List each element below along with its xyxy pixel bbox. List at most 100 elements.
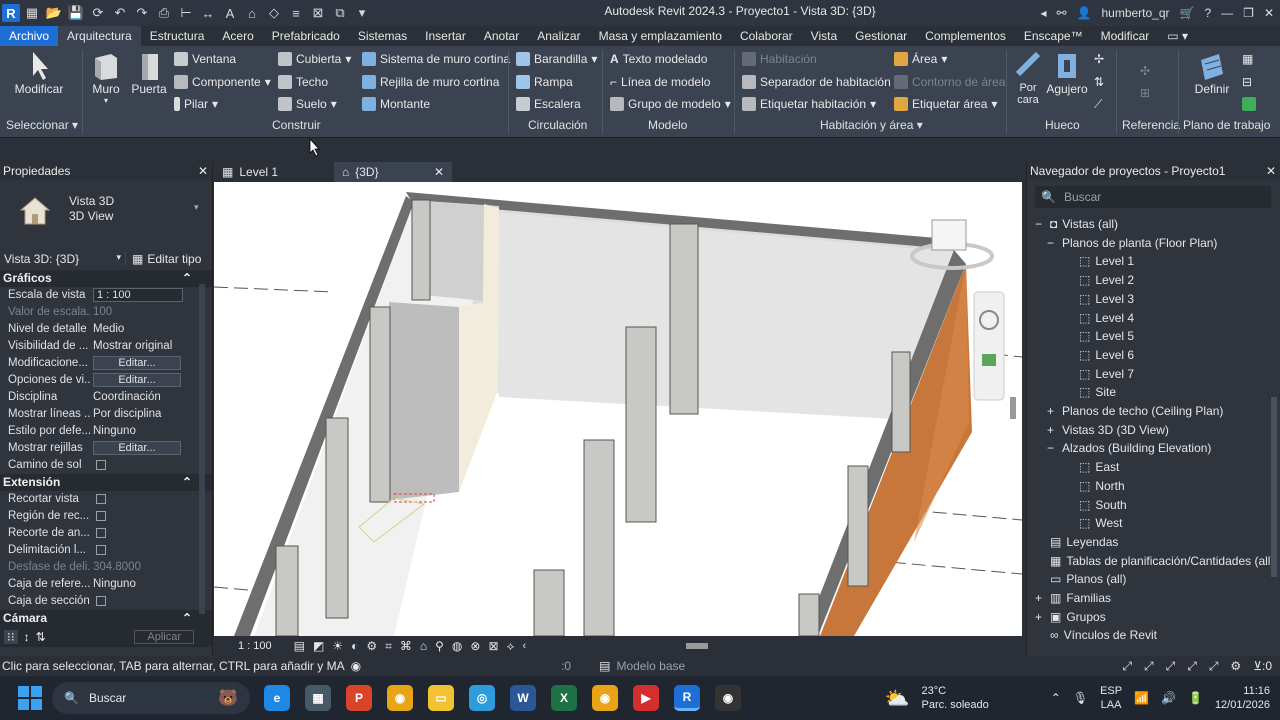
tab-level-1[interactable]: ▦ Level 1	[214, 162, 334, 182]
tree-3d-views[interactable]: + Vistas 3D (3D View)	[1047, 423, 1169, 437]
close-tab-icon[interactable]: ✕	[434, 162, 444, 182]
stair-button[interactable]: Escalera	[516, 97, 581, 111]
property-value[interactable]	[91, 542, 212, 559]
collapse-icon[interactable]: −	[1047, 441, 1057, 455]
viewport-scroll-thumb[interactable]	[1010, 397, 1016, 419]
wifi-icon[interactable]: 📶	[1134, 691, 1149, 705]
property-row[interactable]: Escala de vista 1 : 100	[0, 287, 212, 304]
sort-za-icon[interactable]: ⇅	[36, 630, 46, 644]
area-button[interactable]: Área ▾	[894, 52, 947, 66]
tree-floor-item[interactable]: ⬚ Level 6	[1079, 348, 1134, 362]
collapse-icon[interactable]: −	[1035, 217, 1045, 231]
tab-analizar[interactable]: Analizar	[528, 26, 589, 46]
type-selector[interactable]: Vista 3D 3D View ▾	[0, 180, 212, 248]
door-button[interactable]: Puerta	[130, 50, 168, 96]
property-row[interactable]: Nivel de detalle Medio	[0, 321, 212, 338]
model-line-button[interactable]: ⌐ Línea de modelo	[610, 75, 710, 89]
tab-sistemas[interactable]: Sistemas	[349, 26, 416, 46]
modify-button[interactable]: Modificar	[10, 50, 68, 96]
tree-floor-item[interactable]: ⬚ Level 1	[1079, 254, 1134, 268]
section-camera[interactable]: Cámara ⌃	[0, 610, 212, 627]
property-row[interactable]: Caja de refere... Ninguno	[0, 576, 212, 593]
shaft-button[interactable]: Agujero	[1046, 50, 1088, 96]
model-selector[interactable]: Modelo base	[616, 659, 685, 673]
ramp-button[interactable]: Rampa	[516, 75, 573, 89]
area-boundary-button[interactable]: Contorno de área	[894, 75, 1005, 89]
scale-input[interactable]: 1 : 100	[93, 288, 183, 302]
temp-hide-icon[interactable]: ⚲	[435, 639, 444, 654]
tree-floor-item[interactable]: ⬚ Level 4	[1079, 311, 1134, 325]
checkbox[interactable]	[96, 459, 106, 470]
tree-groups[interactable]: + ▣ Grupos	[1035, 610, 1106, 624]
property-row[interactable]: Recortar vista	[0, 491, 212, 508]
select-links-icon[interactable]: ⤢	[1122, 659, 1132, 674]
vertical-opening-icon[interactable]: ⇅	[1094, 75, 1104, 89]
collapse-icon[interactable]: −	[1047, 236, 1057, 250]
mullion-button[interactable]: Montante	[362, 97, 430, 111]
crop-view-icon[interactable]: ⌗	[385, 639, 392, 654]
section-extents[interactable]: Extensión ⌃	[0, 474, 212, 491]
clock[interactable]: 11:16 12/01/2026	[1215, 684, 1270, 712]
ribbon-overflow-icon[interactable]: ▭ ▾	[1158, 26, 1197, 46]
tree-ceiling-plans[interactable]: + Planos de techo (Ceiling Plan)	[1047, 404, 1223, 418]
sun-path-icon[interactable]: ☀	[332, 639, 343, 654]
excel-icon[interactable]: X	[551, 685, 577, 711]
tree-elevation-item[interactable]: ⬚ South	[1079, 498, 1127, 512]
dimension-icon[interactable]: ↔	[198, 4, 218, 22]
property-value[interactable]	[91, 457, 212, 474]
language-indicator[interactable]: ESP LAA	[1100, 684, 1122, 712]
background-process-icon[interactable]: ⚙	[1230, 659, 1241, 674]
tab-complementos[interactable]: Complementos	[916, 26, 1015, 46]
tree-elevation-item[interactable]: ⬚ West	[1079, 516, 1122, 530]
show-crop-icon[interactable]: ⌘	[400, 639, 412, 654]
tab-arquitectura[interactable]: Arquitectura	[58, 26, 141, 46]
tab-masa-y-emplazamiento[interactable]: Masa y emplazamiento	[590, 26, 731, 46]
edit-button[interactable]: Editar...	[93, 373, 181, 387]
reveal-hidden-icon[interactable]: ◍	[452, 639, 462, 654]
tree-revit-links[interactable]: ∞ Vínculos de Revit	[1035, 628, 1157, 642]
checkbox[interactable]	[96, 595, 106, 606]
panel-select[interactable]: Seleccionar ▾	[6, 118, 78, 132]
tab-acero[interactable]: Acero	[213, 26, 262, 46]
instance-filter[interactable]: Vista 3D: {3D} ▾	[0, 252, 126, 266]
render-icon[interactable]: ⚙	[366, 639, 377, 654]
section-icon[interactable]: ◇	[264, 4, 284, 22]
property-value[interactable]: Editar...	[91, 372, 212, 389]
wall-opening-icon[interactable]: ✢	[1094, 52, 1104, 66]
grid-icon[interactable]: ⊞	[1140, 86, 1150, 100]
curtain-grid-button[interactable]: Rejilla de muro cortina	[362, 75, 499, 89]
highlight-icon[interactable]: ⟡	[507, 639, 515, 654]
column-button[interactable]: Pilar ▾	[174, 97, 218, 111]
select-underlay-icon[interactable]: ⤢	[1144, 659, 1154, 674]
redo-icon[interactable]: ↷	[132, 4, 152, 22]
model-text-button[interactable]: A Texto modelado	[610, 52, 707, 66]
property-row[interactable]: Mostrar rejillas Editar...	[0, 440, 212, 457]
property-row[interactable]: Camino de sol	[0, 457, 212, 474]
share-icon[interactable]: ◂	[1040, 6, 1046, 20]
checkbox[interactable]	[96, 544, 106, 555]
tree-floor-item[interactable]: ⬚ Level 3	[1079, 292, 1134, 306]
property-row[interactable]: Región de rec...	[0, 508, 212, 525]
horizontal-scroll-thumb[interactable]	[686, 643, 709, 649]
edit-type-button[interactable]: ▦ Editar tipo	[126, 252, 201, 266]
filter-icon[interactable]: ⊻:0	[1253, 659, 1272, 674]
view-scale[interactable]: 1 : 100	[238, 640, 272, 652]
property-row[interactable]: Opciones de vi... Editar...	[0, 372, 212, 389]
property-row[interactable]: Estilo por defe... Ninguno	[0, 423, 212, 440]
expand-icon[interactable]: +	[1035, 610, 1045, 624]
close-properties-icon[interactable]: ✕	[198, 162, 208, 180]
tab-vista[interactable]: Vista	[802, 26, 846, 46]
property-row[interactable]: Recorte de an...	[0, 525, 212, 542]
print-icon[interactable]: ⎙	[154, 4, 174, 22]
worksharing-icon[interactable]: ⊗	[470, 639, 480, 654]
property-value[interactable]: Editar...	[91, 440, 212, 457]
room-separator-button[interactable]: Separador de habitación	[742, 75, 891, 89]
apply-button[interactable]: Aplicar	[134, 630, 194, 644]
panel-room-area[interactable]: Habitación y área ▾	[820, 118, 923, 132]
save-icon[interactable]: 💾	[66, 4, 86, 22]
scroll-left-icon[interactable]: ‹	[522, 640, 526, 652]
tag-room-button[interactable]: Etiquetar habitación ▾	[742, 97, 876, 111]
visual-style-icon[interactable]: ◩	[313, 639, 324, 654]
component-button[interactable]: Componente ▾	[174, 75, 271, 89]
chrome-icon[interactable]: ◉	[387, 685, 413, 711]
